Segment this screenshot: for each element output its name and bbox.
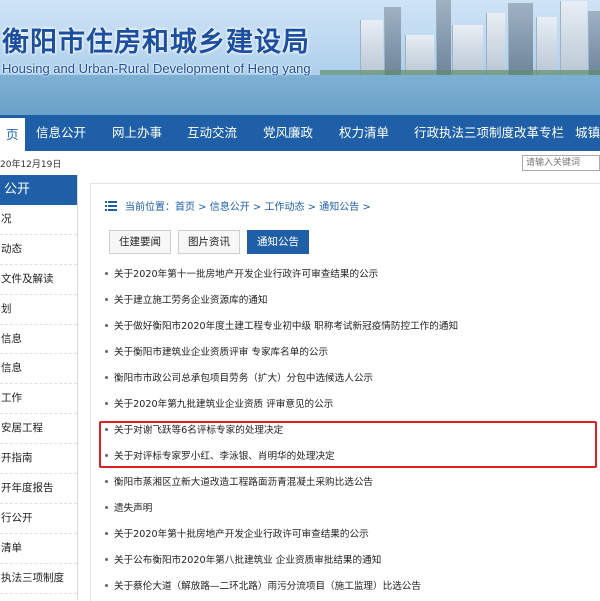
bullet-icon (105, 402, 108, 405)
sidebar-item[interactable]: 况 (0, 205, 77, 235)
bullet-icon (105, 376, 108, 379)
sidebar-title: 公开 (0, 175, 77, 205)
list-item[interactable]: 关于对谢飞跃等6名评标专家的处理决定 (105, 422, 283, 436)
sidebar-item[interactable]: 安居工程 (0, 414, 77, 445)
sidebar-item[interactable]: 行公开 (0, 504, 77, 534)
list-item[interactable]: 关于2020年第十批房地产开发企业行政许可审查结果的公示 (105, 526, 369, 540)
skyline-building (452, 25, 483, 75)
breadcrumb-text[interactable]: 当前位置：首页 > 信息公开 > 工作动态 > 通知公告 > (125, 202, 371, 213)
notice-title[interactable]: 关于公布衡阳市2020年第八批建筑业 企业资质审批结果的通知 (114, 555, 381, 566)
current-date: 20年12月19日 (0, 160, 62, 170)
breadcrumb: 当前位置：首页 > 信息公开 > 工作动态 > 通知公告 > (105, 198, 371, 213)
sidebar-item[interactable]: 信息 (0, 325, 77, 355)
notice-title[interactable]: 关于蔡伦大道（解放路—二环北路）雨污分流项目（施工监理）比选公告 (114, 581, 421, 592)
nav-item-interaction[interactable]: 互动交流 (187, 115, 237, 151)
nav-item-home[interactable]: 页 (0, 115, 25, 151)
list-item[interactable]: 关于做好衡阳市2020年度土建工程专业初中级 职称考试新冠疫情防控工作的通知 (105, 318, 458, 332)
river (0, 75, 600, 115)
skyline-building (560, 1, 587, 75)
nav-item-online-services[interactable]: 网上办事 (112, 115, 162, 151)
notice-title[interactable]: 关于2020年第十一批房地产开发企业行政许可审查结果的公示 (114, 269, 378, 280)
list-item[interactable]: 衡阳市市政公司总承包项目劳务（扩大）分包中选候选人公示 (105, 370, 373, 384)
skyline-building (588, 11, 600, 75)
bullet-icon (105, 558, 108, 561)
list-icon (105, 201, 117, 211)
nav-item-integrity[interactable]: 党风廉政 (263, 115, 313, 151)
bullet-icon (105, 428, 108, 431)
list-item[interactable]: 遗失声明 (105, 500, 152, 514)
skyline-building (360, 20, 383, 75)
main-content: 当前位置：首页 > 信息公开 > 工作动态 > 通知公告 > 住建要闻 图片资讯通… (90, 183, 600, 601)
tab-bar: 住建要闻 图片资讯 通知公告 (109, 230, 316, 254)
sidebar-item[interactable]: 信息 (0, 354, 77, 385)
list-item[interactable]: 关于衡阳市建筑业企业资质评审 专家库名单的公示 (105, 344, 328, 358)
bullet-icon (105, 350, 108, 353)
site-title: 衡阳市住房和城乡建设局 (2, 27, 310, 58)
tab-photo-news[interactable]: 图片资讯 (178, 230, 240, 254)
skyline-building (405, 35, 434, 75)
site-subtitle: Housing and Urban-Rural Development of H… (2, 61, 311, 76)
sidebar-item[interactable]: 清单 (0, 534, 77, 564)
nav-item-info-disclosure[interactable]: 信息公开 (36, 115, 86, 151)
notice-title[interactable]: 衡阳市蒸湘区立新大道改造工程路面沥青混凝土采购比选公告 (114, 477, 373, 488)
bullet-icon (105, 324, 108, 327)
notice-title[interactable]: 关于2020年第十批房地产开发企业行政许可审查结果的公示 (114, 529, 369, 540)
list-item[interactable]: 关于2020年第九批建筑业企业资质 评审意见的公示 (105, 396, 333, 410)
list-item[interactable]: 关于公布衡阳市2020年第八批建筑业 企业资质审批结果的通知 (105, 552, 381, 566)
nav-item-law-enforcement[interactable]: 行政执法三项制度改革专栏 (414, 115, 564, 151)
sidebar-item[interactable]: 开指南 (0, 444, 77, 475)
sidebar-item[interactable]: 文件及解读 (0, 265, 77, 295)
notice-title[interactable]: 关于衡阳市建筑业企业资质评审 专家库名单的公示 (114, 347, 328, 358)
skyline-building (508, 3, 533, 75)
notice-title[interactable]: 关于对谢飞跃等6名评标专家的处理决定 (114, 425, 283, 436)
sidebar-item[interactable]: 动态 (0, 235, 77, 265)
notice-title[interactable]: 遗失声明 (114, 503, 152, 514)
bullet-icon (105, 584, 108, 587)
bullet-icon (105, 506, 108, 509)
notice-title[interactable]: 衡阳市市政公司总承包项目劳务（扩大）分包中选候选人公示 (114, 373, 373, 384)
list-item[interactable]: 关于2020年第十一批房地产开发企业行政许可审查结果的公示 (105, 266, 378, 280)
notice-title[interactable]: 关于对评标专家罗小红、李泳银、肖明华的处理决定 (114, 451, 335, 462)
bullet-icon (105, 272, 108, 275)
search-input[interactable] (522, 155, 600, 171)
sidebar: 公开 况 动态 文件及解读 划 信息 信息 工作 安居工程 开指南 开年度报告 … (0, 175, 78, 600)
list-item[interactable]: 关于对评标专家罗小红、李泳银、肖明华的处理决定 (105, 448, 335, 462)
sidebar-item[interactable]: 划 (0, 295, 77, 325)
notice-title[interactable]: 关于建立施工劳务企业资源库的通知 (114, 295, 268, 306)
tab-notices[interactable]: 通知公告 (247, 230, 309, 254)
notice-title[interactable]: 关于做好衡阳市2020年度土建工程专业初中级 职称考试新冠疫情防控工作的通知 (114, 321, 458, 332)
skyline-building (536, 17, 557, 75)
list-item[interactable]: 关于建立施工劳务企业资源库的通知 (105, 292, 268, 306)
list-item[interactable]: 衡阳市蒸湘区立新大道改造工程路面沥青混凝土采购比选公告 (105, 474, 373, 488)
skyline-building (384, 7, 401, 75)
skyline-building (486, 13, 505, 75)
sidebar-item[interactable]: 工作 (0, 384, 77, 415)
sidebar-item[interactable]: 执法三项制度 (0, 564, 77, 594)
bullet-icon (105, 480, 108, 483)
header-banner: 衡阳市住房和城乡建设局 Housing and Urban-Rural Deve… (0, 0, 600, 115)
main-nav: 页 信息公开 网上办事 互动交流 党风廉政 权力清单 行政执法三项制度改革专栏 … (0, 115, 600, 151)
sidebar-item[interactable]: 开年度报告 (0, 474, 77, 504)
notice-title[interactable]: 关于2020年第九批建筑业企业资质 评审意见的公示 (114, 399, 333, 410)
tab-construction-news[interactable]: 住建要闻 (109, 230, 171, 254)
nav-item-power-list[interactable]: 权力清单 (339, 115, 389, 151)
bullet-icon (105, 298, 108, 301)
list-item[interactable]: 关于蔡伦大道（解放路—二环北路）雨污分流项目（施工监理）比选公告 (105, 578, 421, 592)
bullet-icon (105, 532, 108, 535)
bullet-icon (105, 454, 108, 457)
skyline-building (436, 0, 451, 75)
nav-item-urban[interactable]: 城镇 (575, 115, 600, 151)
